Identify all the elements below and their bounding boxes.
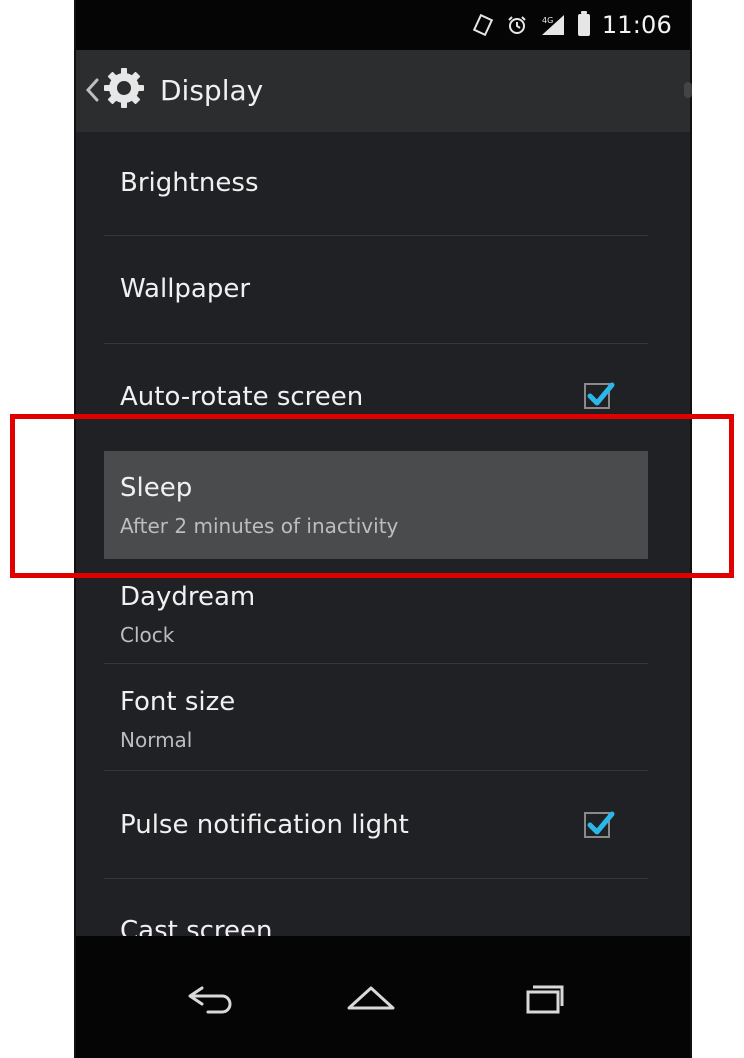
divider: [104, 235, 648, 236]
divider: [104, 663, 648, 664]
setting-label: Wallpaper: [120, 274, 251, 304]
checkmark-icon: [587, 811, 615, 835]
action-bar[interactable]: Display: [76, 50, 692, 132]
4g-signal-icon: 4G: [541, 15, 564, 35]
rotate-icon: [472, 14, 493, 36]
divider: [104, 770, 648, 771]
setting-daydream[interactable]: Daydream Clock: [104, 577, 648, 661]
setting-summary: Normal: [120, 728, 193, 752]
status-icons: 4G 11:06: [472, 10, 672, 40]
home-icon[interactable]: [344, 978, 398, 1018]
back-icon[interactable]: [180, 978, 234, 1018]
setting-auto-rotate[interactable]: Auto-rotate screen: [104, 370, 648, 432]
setting-label: Auto-rotate screen: [120, 382, 364, 412]
setting-summary: Clock: [120, 623, 175, 647]
battery-icon: [577, 11, 590, 36]
setting-font-size[interactable]: Font size Normal: [104, 682, 648, 768]
setting-label: Font size: [120, 687, 236, 717]
setting-pulse-notification-light[interactable]: Pulse notification light: [104, 798, 648, 860]
setting-wallpaper[interactable]: Wallpaper: [104, 264, 648, 324]
setting-label: Pulse notification light: [120, 810, 409, 840]
recents-icon[interactable]: [514, 978, 568, 1018]
auto-rotate-checkbox[interactable]: [584, 382, 615, 409]
settings-list: Brightness Wallpaper Auto-rotate screen …: [76, 132, 690, 946]
back-chevron-icon[interactable]: [84, 78, 100, 102]
overflow-menu-icon[interactable]: [684, 82, 692, 98]
status-time: 11:06: [601, 11, 672, 39]
setting-label: Sleep: [120, 473, 193, 503]
divider: [104, 343, 648, 344]
setting-brightness[interactable]: Brightness: [104, 158, 648, 218]
setting-label: Daydream: [120, 582, 256, 612]
page-title: Display: [160, 74, 264, 107]
gear-icon[interactable]: [100, 64, 148, 112]
setting-label: Brightness: [120, 168, 259, 198]
setting-summary: After 2 minutes of inactivity: [120, 514, 399, 538]
status-bar: 4G 11:06: [76, 0, 690, 50]
svg-text:4G: 4G: [542, 16, 553, 25]
navigation-bar: [76, 936, 690, 1058]
alarm-icon: [508, 16, 526, 34]
setting-sleep[interactable]: Sleep After 2 minutes of inactivity: [104, 451, 648, 559]
phone-screen: 4G 11:06 Display Brightness Wallpaper Au…: [76, 0, 692, 1058]
checkmark-icon: [587, 382, 615, 406]
pulse-notification-checkbox[interactable]: [584, 811, 615, 838]
divider: [104, 878, 648, 879]
